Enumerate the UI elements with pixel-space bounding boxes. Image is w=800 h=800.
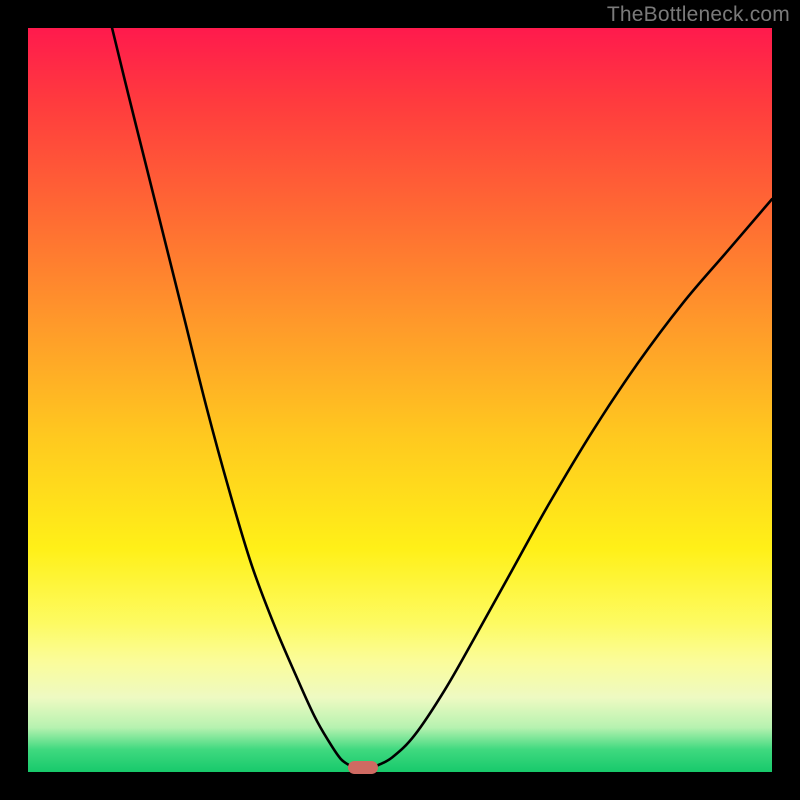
chart-frame: TheBottleneck.com xyxy=(0,0,800,800)
watermark-text: TheBottleneck.com xyxy=(607,3,790,27)
bottleneck-curve xyxy=(28,28,772,772)
optimum-marker xyxy=(348,761,378,774)
curve-left-branch xyxy=(112,28,349,765)
plot-area xyxy=(28,28,772,772)
curve-right-branch xyxy=(378,199,772,765)
